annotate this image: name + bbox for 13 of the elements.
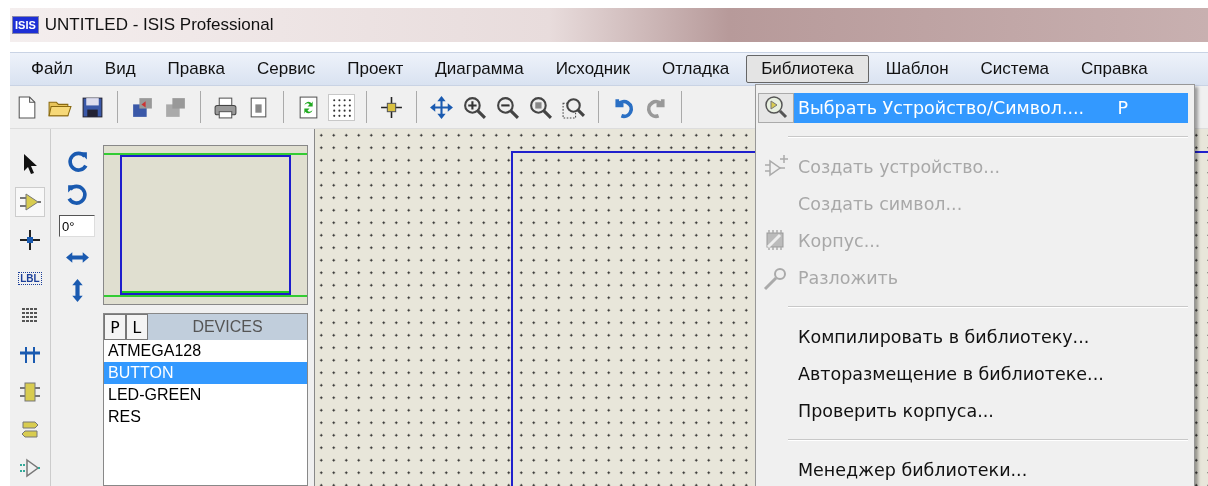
command-label: Корпус...	[798, 230, 881, 251]
window-title: UNTITLED - ISIS Professional	[44, 15, 274, 35]
command-label: Выбрать Устройство/Символ....	[798, 97, 1085, 118]
command-label: Проверить корпуса...	[798, 400, 994, 421]
command-label: Компилировать в библиотеку...	[798, 326, 1090, 347]
command-label: Создать символ...	[798, 193, 963, 214]
shortcut-key: P	[1117, 97, 1128, 118]
panel-title: DEVICES	[191, 317, 264, 337]
app-logo: ISIS	[12, 16, 39, 34]
command-label: Менеджер библиотеки...	[798, 459, 1028, 480]
command-label: Авторазмещение в библиотеке...	[798, 363, 1104, 384]
command-label: Разложить	[798, 267, 899, 288]
command-label: Создать устройство...	[798, 156, 1000, 177]
